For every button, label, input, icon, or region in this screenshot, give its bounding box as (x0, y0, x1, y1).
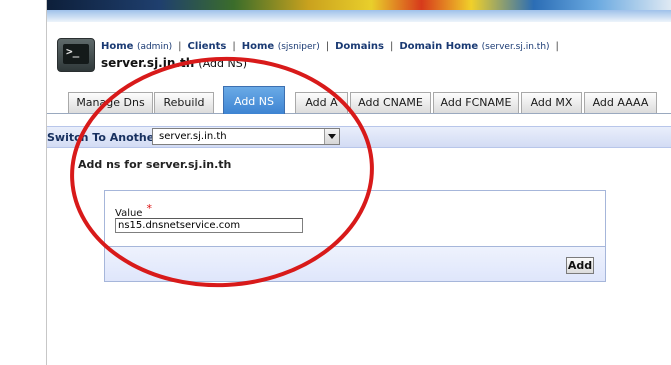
tab-add-aaaa[interactable]: Add AAAA (584, 92, 657, 113)
form-footer (104, 246, 606, 282)
tab-rebuild[interactable]: Rebuild (154, 92, 214, 113)
breadcrumb-domain-home[interactable]: Domain Home (server.sj.in.th) (399, 41, 549, 52)
breadcrumb-separator: | (389, 41, 394, 52)
tab-add-cname[interactable]: Add CNAME (350, 92, 431, 113)
breadcrumb: Home (admin) | Clients | Home (sjsniper) | Dom… (101, 41, 565, 52)
breadcrumb-separator: | (232, 41, 236, 52)
page-title-domain: server.sj.in.th (101, 56, 195, 70)
switch-domain-label: Switch To Another (47, 131, 160, 144)
tab-bar-baseline (47, 113, 671, 114)
red-annotation-circle (70, 56, 374, 288)
value-input[interactable] (115, 218, 303, 233)
page-title-action: (Add NS) (198, 57, 248, 70)
breadcrumb-clients[interactable]: Clients (188, 41, 227, 52)
tab-manage-dns[interactable]: Manage Dns (68, 92, 153, 113)
breadcrumb-domains[interactable]: Domains (335, 41, 384, 52)
tab-add-fcname[interactable]: Add FCNAME (433, 92, 519, 113)
domain-select[interactable]: server.sj.in.th (152, 128, 340, 145)
domain-select-value: server.sj.in.th (159, 131, 227, 142)
page-title: server.sj.in.th (Add NS) (101, 56, 247, 70)
breadcrumb-separator: | (325, 41, 330, 52)
tab-add-a[interactable]: Add A (295, 92, 348, 113)
tab-add-mx[interactable]: Add MX (521, 92, 582, 113)
section-title: Add ns for server.sj.in.th (78, 158, 232, 171)
chevron-down-icon[interactable] (324, 129, 339, 144)
breadcrumb-separator: | (178, 41, 182, 52)
breadcrumb-separator: | (555, 41, 559, 52)
tab-add-ns[interactable]: Add NS (223, 86, 285, 114)
required-marker: * (146, 202, 152, 215)
breadcrumb-home-admin[interactable]: Home (admin) (101, 41, 172, 52)
header-banner-fade (47, 10, 671, 22)
breadcrumb-home-client[interactable]: Home (sjsniper) (242, 41, 320, 52)
add-button[interactable]: Add (566, 257, 594, 274)
console-icon: >_ (57, 38, 95, 72)
page-left-border (46, 0, 47, 365)
